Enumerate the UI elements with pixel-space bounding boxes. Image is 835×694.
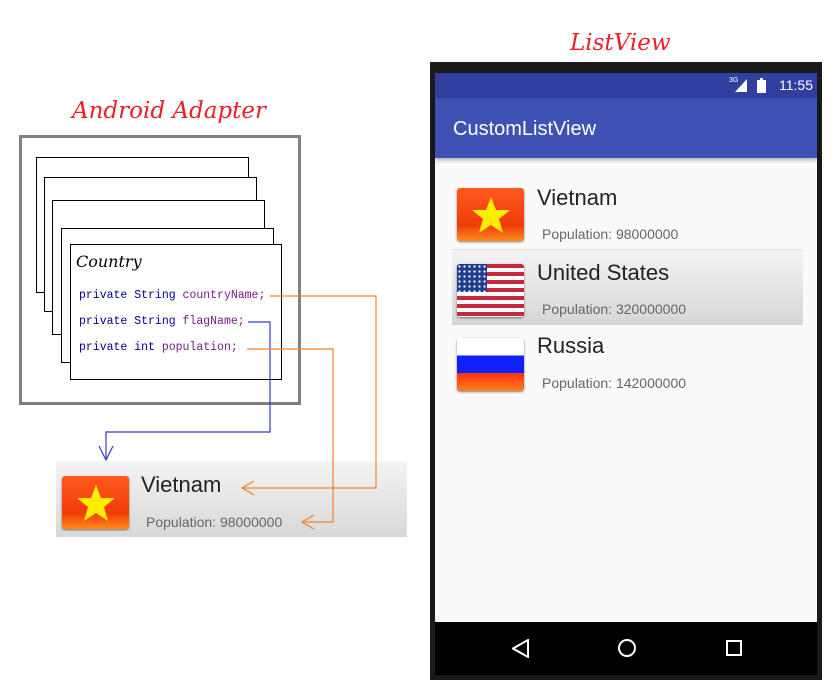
list-item-selected[interactable]: United States Population: 320000000 — [452, 249, 803, 325]
russia-flag-icon — [457, 338, 524, 391]
phone-frame: 3G 11:55 CustomListView Vietnam Populati… — [430, 62, 822, 680]
list-item[interactable]: Russia Population: 142000000 — [452, 324, 803, 399]
back-icon[interactable] — [512, 639, 530, 658]
clock: 11:55 — [779, 77, 813, 93]
app-bar: CustomListView — [435, 98, 817, 158]
signal-bars-icon — [735, 79, 747, 92]
country-name: Vietnam — [537, 185, 618, 210]
app-title: CustomListView — [453, 118, 597, 140]
country-name: United States — [537, 260, 670, 285]
population: Population: 98000000 — [542, 226, 679, 242]
status-bar: 3G 11:55 — [435, 73, 817, 98]
population: Population: 142000000 — [542, 375, 687, 391]
arrow-population — [247, 348, 334, 523]
arrow-country-name — [242, 295, 377, 489]
home-icon[interactable] — [617, 638, 637, 658]
list-item[interactable]: Vietnam Population: 98000000 — [452, 176, 803, 249]
vietnam-flag-icon — [457, 188, 524, 241]
arrow-flag-name — [105, 321, 271, 460]
population: Population: 320000000 — [542, 301, 687, 317]
recents-icon[interactable] — [725, 639, 743, 657]
battery-icon — [757, 78, 766, 93]
country-name: Russia — [537, 333, 605, 358]
list-view[interactable]: Vietnam Population: 98000000 United Stat… — [435, 158, 817, 622]
usa-flag-icon — [457, 264, 524, 317]
listview-title: ListView — [570, 30, 671, 56]
nav-bar — [435, 622, 817, 675]
